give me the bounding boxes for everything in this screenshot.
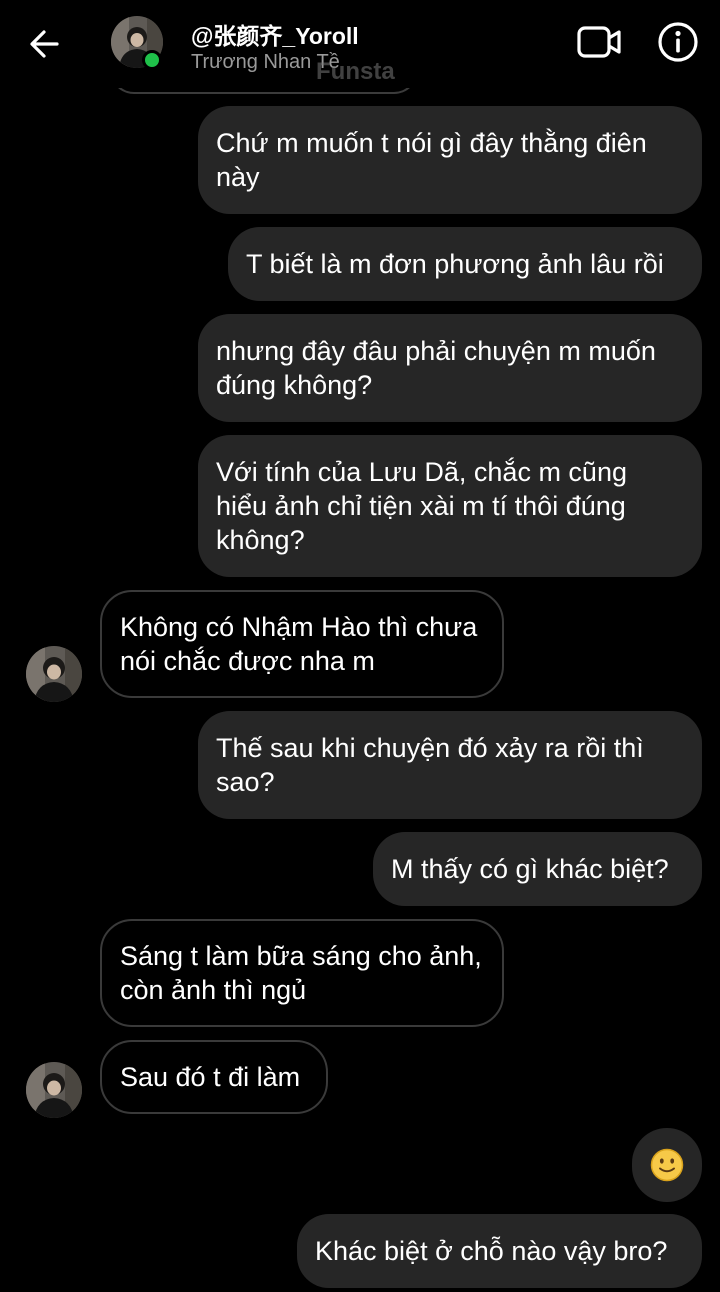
video-call-icon [577, 26, 621, 58]
message-bubble-incoming[interactable]: Không có Nhậm Hào thì chưa nói chắc được… [100, 590, 504, 698]
message-text: M thấy có gì khác biệt? [391, 854, 669, 884]
message-text: Khác biệt ở chỗ nào vậy bro? [315, 1236, 668, 1266]
contact-username[interactable]: @张颜齐_Yoroll [191, 17, 359, 51]
message-bubble-outgoing[interactable]: T biết là m đơn phương ảnh lâu rồi [228, 227, 702, 301]
message-text: T biết là m đơn phương ảnh lâu rồi [246, 249, 664, 279]
online-status-dot [142, 50, 162, 70]
video-call-button[interactable] [574, 20, 624, 64]
back-button[interactable] [22, 24, 66, 64]
message-bubble-outgoing[interactable]: Khác biệt ở chỗ nào vậy bro? [297, 1214, 702, 1288]
message-bubble-outgoing[interactable]: M thấy có gì khác biệt? [373, 832, 702, 906]
arrow-left-icon [30, 30, 59, 58]
message-text: Không có Nhậm Hào thì chưa nói chắc được… [120, 612, 478, 676]
message-text: Với tính của Lưu Dã, chắc m cũng hiểu ản… [216, 457, 627, 555]
watermark: Funsta [316, 58, 395, 85]
info-icon [658, 22, 698, 62]
sender-avatar[interactable] [26, 1062, 82, 1118]
message-text: Thế sau khi chuyện đó xảy ra rồi thì sao… [216, 733, 644, 797]
message-bubble-outgoing[interactable]: Thế sau khi chuyện đó xảy ra rồi thì sao… [198, 711, 702, 819]
message-bubble-emoji[interactable] [632, 1128, 702, 1202]
message-text: Chứ m muốn t nói gì đây thằng điên này [216, 128, 647, 192]
info-button[interactable] [654, 18, 702, 66]
message-bubble-outgoing[interactable]: Chứ m muốn t nói gì đây thằng điên này [198, 106, 702, 214]
slightly-smiling-face-icon [650, 1148, 684, 1182]
message-text: Sau đó t đi làm [120, 1062, 301, 1092]
message-bubble-outgoing[interactable]: Với tính của Lưu Dã, chắc m cũng hiểu ản… [198, 435, 702, 577]
sender-avatar[interactable] [26, 646, 82, 702]
message-bubble-incoming[interactable]: Sau đó t đi làm [100, 1040, 328, 1114]
message-bubble-incoming[interactable]: Sáng t làm bữa sáng cho ảnh, còn ảnh thì… [100, 919, 504, 1027]
message-bubble-outgoing[interactable]: nhưng đây đâu phải chuyện m muốn đúng kh… [198, 314, 702, 422]
message-text: Sáng t làm bữa sáng cho ảnh, còn ảnh thì… [120, 941, 482, 1005]
message-text: nhưng đây đâu phải chuyện m muốn đúng kh… [216, 336, 656, 400]
